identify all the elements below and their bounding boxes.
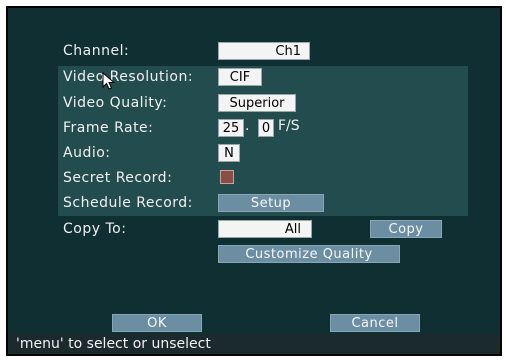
audio-select[interactable]: N [218,144,240,162]
copy-to-select[interactable]: All [218,220,312,238]
schedule-setup-button[interactable]: Setup [218,194,324,212]
channel-select[interactable]: Ch1 [218,42,310,60]
mouse-cursor-icon [102,72,116,90]
copy-to-label: Copy To: [63,221,127,237]
customize-quality-button[interactable]: Customize Quality [218,245,400,263]
secret-record-label: Secret Record: [63,170,173,186]
dvr-settings-window: Channel: Ch1 Video Resolution: CIF Video… [6,6,502,356]
video-quality-select[interactable]: Superior [218,94,296,112]
status-bar: 'menu' to select or unselect [8,334,500,354]
frame-rate-decimal-input[interactable]: 0 [258,119,274,137]
frame-rate-integer-input[interactable]: 25 [218,119,244,137]
channel-label: Channel: [63,43,130,59]
frame-rate-label: Frame Rate: [63,120,154,136]
video-resolution-select[interactable]: CIF [218,68,262,86]
audio-label: Audio: [63,145,111,161]
frame-rate-separator: . [245,118,250,134]
secret-record-checkbox[interactable] [220,170,234,184]
copy-button[interactable]: Copy [370,220,442,238]
cancel-button[interactable]: Cancel [330,314,420,332]
video-resolution-label: Video Resolution: [63,69,194,85]
ok-button[interactable]: OK [112,314,202,332]
frame-rate-unit: F/S [278,118,300,134]
schedule-record-label: Schedule Record: [63,195,193,211]
video-quality-label: Video Quality: [63,95,168,111]
